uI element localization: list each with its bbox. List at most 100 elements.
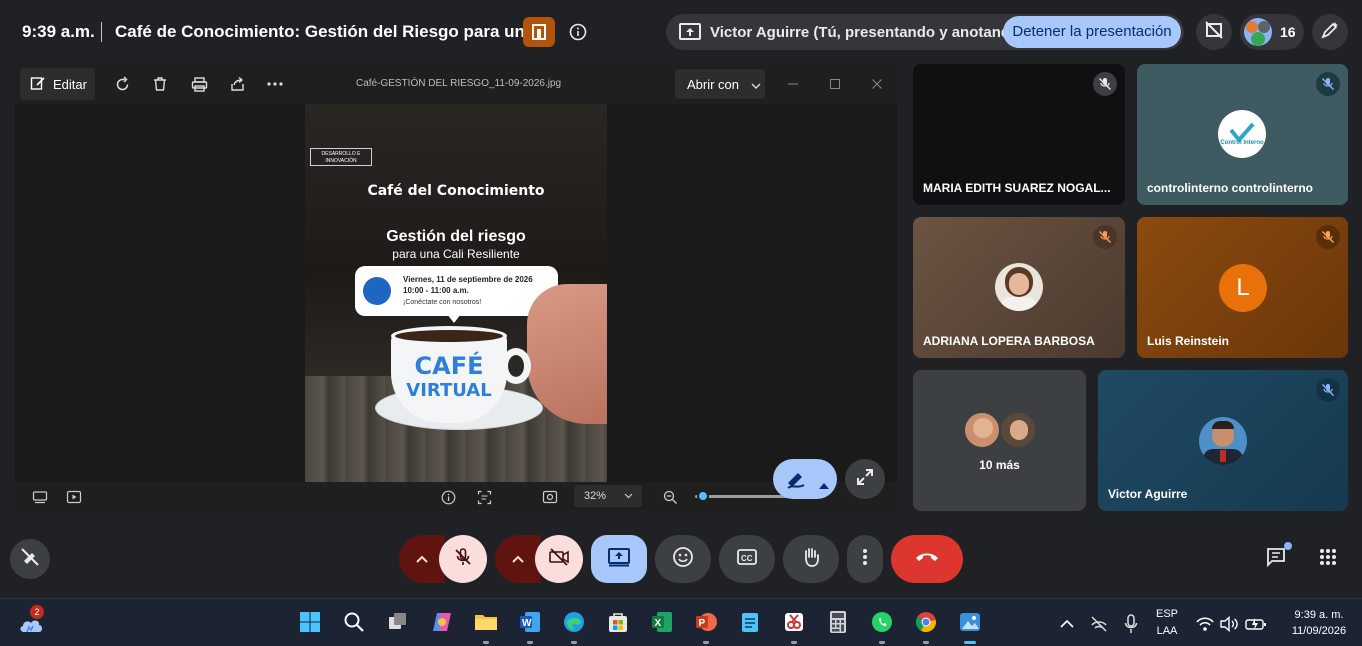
poster-time: 10:00 - 11:00 a.m.: [403, 286, 469, 295]
reactions-button[interactable]: [655, 535, 711, 583]
taskbar-app-powerpoint[interactable]: P: [693, 611, 719, 637]
show-hidden-icons-chevron-up-icon[interactable]: [1054, 611, 1080, 637]
wifi-icon[interactable]: [1194, 611, 1216, 637]
present-now-button[interactable]: [591, 535, 647, 583]
open-with-button[interactable]: Abrir con: [675, 69, 765, 99]
taskbar-app-file-explorer[interactable]: [473, 611, 499, 637]
expand-presentation-button[interactable]: [845, 459, 885, 499]
chevron-down-icon: [751, 77, 761, 92]
share-icon[interactable]: [227, 74, 247, 94]
no-video-icon: [1204, 20, 1224, 45]
taskbar-app-photos[interactable]: [957, 611, 983, 637]
room-icon[interactable]: [523, 17, 555, 47]
image-canvas[interactable]: DESARROLLO E INNOVACIÓN Café del Conocim…: [15, 104, 897, 482]
more-vert-icon: [863, 548, 867, 571]
info-icon[interactable]: [567, 21, 589, 43]
battery-charging-icon[interactable]: [1244, 611, 1268, 637]
raise-hand-button[interactable]: [783, 535, 839, 583]
participant-tile[interactable]: L Luis Reinstein: [1137, 217, 1348, 358]
hide-own-video-button[interactable]: [1196, 14, 1232, 50]
input-language[interactable]: ESP: [1152, 608, 1182, 620]
participant-tile[interactable]: Control Interno controlinterno controlin…: [1137, 64, 1348, 205]
start-button[interactable]: [297, 611, 323, 637]
taskbar-clock-time[interactable]: 9:39 a. m.: [1284, 609, 1354, 621]
activities-button[interactable]: [1308, 539, 1348, 579]
leave-call-button[interactable]: [891, 535, 963, 583]
chat-unread-dot: [1284, 542, 1292, 550]
mic-off-icon: [453, 547, 473, 572]
weather-badge: 2: [30, 605, 44, 619]
zoom-out-icon[interactable]: [661, 488, 679, 506]
taskbar-app-copilot[interactable]: [429, 611, 455, 637]
stop-presenting-button[interactable]: Detener la presentación: [1003, 16, 1181, 48]
participant-tile[interactable]: Victor Aguirre: [1098, 370, 1348, 511]
participant-count: 16: [1280, 24, 1296, 40]
captions-button[interactable]: CC: [719, 535, 775, 583]
edit-button[interactable]: Editar: [20, 68, 95, 100]
text-recognize-icon[interactable]: [475, 488, 493, 506]
file-info-icon[interactable]: [439, 488, 457, 506]
taskbar-app-edge[interactable]: [561, 611, 587, 637]
taskbar-app-calculator[interactable]: [825, 610, 851, 639]
print-icon[interactable]: [189, 74, 209, 94]
taskbar-app-word[interactable]: W: [517, 611, 543, 637]
taskbar-app-notepad[interactable]: [737, 611, 763, 637]
participant-avatar: [999, 411, 1037, 449]
captions-icon: CC: [736, 548, 758, 571]
control-interno-logo: Control Interno: [1218, 110, 1266, 158]
chevron-up-icon: [819, 476, 829, 494]
taskbar-search-button[interactable]: [341, 611, 367, 637]
participant-tile[interactable]: ADRIANA LOPERA BARBOSA: [913, 217, 1125, 358]
slideshow-icon[interactable]: [65, 488, 83, 506]
participant-tile[interactable]: MARIA EDITH SUAREZ NOGAL...: [913, 64, 1125, 205]
more-participants-count: 10 más: [979, 458, 1020, 472]
microphone-in-use-icon[interactable]: [1118, 611, 1144, 637]
more-options-icon[interactable]: [265, 74, 285, 94]
meeting-time: 9:39 a.m.: [22, 22, 95, 41]
pen-off-icon: [20, 547, 40, 572]
file-name: Café-GESTIÓN DEL RIESGO_11-09-2026.jpg: [356, 78, 562, 89]
poster-subtitle-2: para una Cali Resiliente: [392, 247, 520, 261]
volume-icon[interactable]: [1218, 611, 1240, 637]
taskbar-app-snipping-tool[interactable]: [781, 611, 807, 637]
weather-widget[interactable]: 2: [18, 605, 44, 639]
fit-to-window-icon[interactable]: [541, 488, 559, 506]
taskbar-clock-date[interactable]: 11/09/2026: [1284, 625, 1354, 637]
minimize-icon[interactable]: [785, 76, 801, 92]
maximize-icon[interactable]: [827, 76, 843, 92]
taskbar-app-excel[interactable]: X: [649, 611, 675, 637]
more-options-button[interactable]: [847, 535, 883, 583]
close-icon[interactable]: [869, 76, 885, 92]
mic-off-icon: [1093, 225, 1117, 249]
taskbar-app-whatsapp[interactable]: [869, 611, 895, 637]
participant-name: controlinterno controlinterno: [1147, 181, 1313, 195]
keyboard-layout[interactable]: LAA: [1152, 625, 1182, 637]
chevron-up-icon: [416, 550, 428, 568]
viewer-status-bar: 32%: [15, 482, 897, 511]
participants-button[interactable]: 16: [1240, 14, 1304, 50]
presenting-indicator: Victor Aguirre (Tú, presentando y anotan…: [666, 14, 1184, 50]
excel-icon: X: [650, 610, 674, 639]
no-network-share-icon[interactable]: [1086, 611, 1112, 637]
participant-avatar: [963, 411, 1001, 449]
hide-annotations-button[interactable]: [10, 539, 50, 579]
delete-icon[interactable]: [150, 74, 170, 94]
zoom-level-dropdown[interactable]: 32%: [574, 485, 642, 507]
taskbar-app-store[interactable]: [605, 611, 631, 637]
emoji-icon: [672, 546, 694, 573]
hang-up-icon: [914, 550, 940, 568]
calculator-icon: [828, 610, 848, 639]
chat-button[interactable]: [1256, 539, 1296, 579]
annotation-tools-button[interactable]: [773, 459, 837, 499]
mic-toggle-button[interactable]: [439, 535, 487, 583]
event-poster-image: DESARROLLO E INNOVACIÓN Café del Conocim…: [305, 104, 607, 482]
more-participants-tile[interactable]: 10 más: [913, 370, 1086, 511]
taskbar-app-chrome[interactable]: [913, 611, 939, 637]
filmstrip-icon[interactable]: [31, 488, 49, 506]
rotate-icon[interactable]: [112, 74, 132, 94]
zoom-slider-handle[interactable]: [697, 490, 710, 502]
camera-toggle-button[interactable]: [535, 535, 583, 583]
task-view-button[interactable]: [385, 611, 411, 637]
edge-icon: [562, 610, 586, 639]
annotate-button[interactable]: [1312, 14, 1348, 50]
